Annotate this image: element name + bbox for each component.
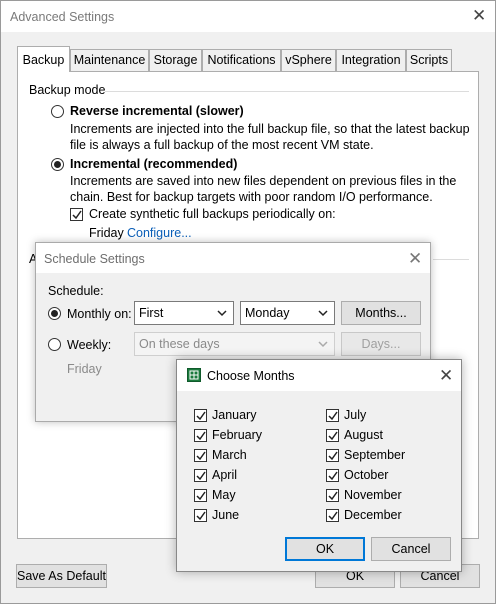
incremental-label[interactable]: Incremental (recommended) <box>70 157 237 171</box>
tab-label: Backup <box>22 53 65 67</box>
check-icon <box>196 431 206 441</box>
synthetic-full-checkbox[interactable] <box>70 208 83 221</box>
monthly-radio[interactable] <box>48 307 61 320</box>
backup-mode-heading: Backup mode <box>29 83 106 97</box>
september-label[interactable]: September <box>344 448 405 462</box>
monthly-label[interactable]: Monthly on: <box>67 307 132 321</box>
incremental-radio[interactable] <box>51 158 64 171</box>
save-as-default-button[interactable]: Save As Default <box>16 564 107 588</box>
check-icon <box>328 511 338 521</box>
check-icon <box>328 471 338 481</box>
synthetic-day: Friday <box>89 226 124 240</box>
may-checkbox[interactable] <box>194 489 207 502</box>
tab-scripts[interactable]: Scripts <box>406 49 452 71</box>
group-divider <box>103 91 469 92</box>
tab-backup[interactable]: Backup <box>17 46 70 72</box>
december-label[interactable]: December <box>344 508 402 522</box>
close-icon[interactable]: ✕ <box>472 7 486 24</box>
days-button[interactable]: Days... <box>341 332 421 356</box>
tab-label: Integration <box>341 53 401 67</box>
june-label[interactable]: June <box>212 508 239 522</box>
weekly-label[interactable]: Weekly: <box>67 338 111 352</box>
tab-storage[interactable]: Storage <box>149 49 202 71</box>
tab-label: Notifications <box>207 53 276 67</box>
check-icon <box>196 411 206 421</box>
july-label[interactable]: July <box>344 408 366 422</box>
check-icon <box>196 471 206 481</box>
february-checkbox[interactable] <box>194 429 207 442</box>
check-icon <box>196 511 206 521</box>
tab-integration[interactable]: Integration <box>336 49 406 71</box>
august-label[interactable]: August <box>344 428 383 442</box>
main-titlebar: Advanced Settings ✕ <box>1 1 495 32</box>
select-value: On these days <box>139 337 220 351</box>
select-value: Monday <box>245 306 290 320</box>
synthetic-full-label[interactable]: Create synthetic full backups periodical… <box>89 207 336 221</box>
march-checkbox[interactable] <box>194 449 207 462</box>
configure-link[interactable]: Configure... <box>127 226 192 240</box>
check-icon <box>196 451 206 461</box>
march-label[interactable]: March <box>212 448 247 462</box>
months-cancel-button[interactable]: Cancel <box>371 537 451 561</box>
chevron-down-icon <box>318 310 328 317</box>
schedule-dialog-title: Schedule Settings <box>44 252 145 266</box>
may-label[interactable]: May <box>212 488 236 502</box>
reverse-incremental-radio[interactable] <box>51 105 64 118</box>
april-label[interactable]: April <box>212 468 237 482</box>
schedule-label: Schedule: <box>48 284 104 298</box>
october-checkbox[interactable] <box>326 469 339 482</box>
april-checkbox[interactable] <box>194 469 207 482</box>
reverse-desc-line1: Increments are injected into the full ba… <box>70 122 470 136</box>
tab-label: Maintenance <box>73 53 146 67</box>
january-checkbox[interactable] <box>194 409 207 422</box>
check-icon <box>328 411 338 421</box>
august-checkbox[interactable] <box>326 429 339 442</box>
chevron-down-icon <box>318 341 328 348</box>
week-ordinal-select[interactable]: First <box>134 301 234 325</box>
reverse-incremental-label[interactable]: Reverse incremental (slower) <box>70 104 244 118</box>
january-label[interactable]: January <box>212 408 256 422</box>
tab-label: Scripts <box>409 53 449 67</box>
close-icon[interactable]: ✕ <box>408 250 422 267</box>
tab-label: Storage <box>153 53 198 67</box>
months-ok-button[interactable]: OK <box>285 537 365 561</box>
window-title: Advanced Settings <box>10 10 115 24</box>
july-checkbox[interactable] <box>326 409 339 422</box>
tab-notifications[interactable]: Notifications <box>202 49 281 71</box>
group-divider <box>433 259 469 260</box>
tab-label: vSphere <box>285 53 332 67</box>
check-icon <box>328 451 338 461</box>
reverse-desc-line2: file is always a full backup of the most… <box>70 138 374 152</box>
december-checkbox[interactable] <box>326 509 339 522</box>
check-icon <box>328 431 338 441</box>
close-icon[interactable]: ✕ <box>439 367 453 384</box>
september-checkbox[interactable] <box>326 449 339 462</box>
veeam-app-icon <box>187 368 201 382</box>
february-label[interactable]: February <box>212 428 262 442</box>
weekday-select[interactable]: Monday <box>240 301 335 325</box>
june-checkbox[interactable] <box>194 509 207 522</box>
months-dialog-title: Choose Months <box>207 369 295 383</box>
november-label[interactable]: November <box>344 488 402 502</box>
tab-maintenance[interactable]: Maintenance <box>70 49 149 71</box>
check-icon <box>196 491 206 501</box>
weekly-day-text: Friday <box>67 362 102 376</box>
months-button[interactable]: Months... <box>341 301 421 325</box>
weekly-radio[interactable] <box>48 338 61 351</box>
schedule-titlebar: Schedule Settings ✕ <box>36 243 430 273</box>
check-icon <box>328 491 338 501</box>
november-checkbox[interactable] <box>326 489 339 502</box>
months-titlebar: Choose Months ✕ <box>177 360 461 391</box>
incremental-desc-line2: chain. Best for backup targets with poor… <box>70 190 433 204</box>
check-icon <box>72 210 82 220</box>
tab-vsphere[interactable]: vSphere <box>281 49 336 71</box>
weekly-days-select[interactable]: On these days <box>134 332 335 356</box>
chevron-down-icon <box>217 310 227 317</box>
choose-months-dialog: Choose Months ✕ January February March A… <box>176 359 462 572</box>
october-label[interactable]: October <box>344 468 388 482</box>
incremental-desc-line1: Increments are saved into new files depe… <box>70 174 457 188</box>
select-value: First <box>139 306 164 320</box>
